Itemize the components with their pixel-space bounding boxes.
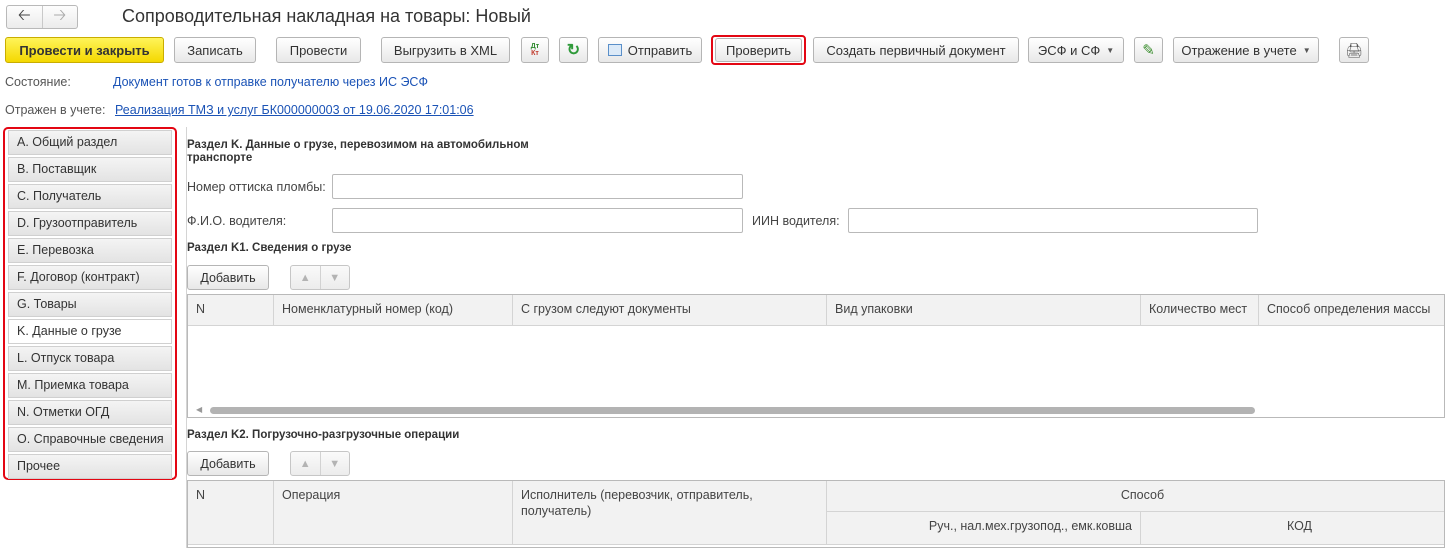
sidebar-item-recipient[interactable]: C. Получатель: [8, 184, 172, 209]
send-button[interactable]: Отправить: [598, 37, 702, 63]
reflected-document-link[interactable]: Реализация ТМЗ и услуг БК000000003 от 19…: [115, 103, 474, 117]
print-button[interactable]: 🖨: [1339, 37, 1369, 63]
back-button[interactable]: 🡠: [7, 6, 42, 28]
post-button[interactable]: Провести: [276, 37, 361, 63]
sidebar-item-supplier[interactable]: B. Поставщик: [8, 157, 172, 182]
driver-iin-label: ИИН водителя:: [752, 214, 840, 228]
sidebar-item-other[interactable]: Прочее: [8, 454, 172, 479]
sidebar-item-cargo-data[interactable]: K. Данные о грузе: [8, 319, 172, 344]
reflected-label: Отражен в учете:: [5, 103, 106, 117]
driver-iin-input[interactable]: [848, 208, 1258, 233]
sidebar-item-consignor[interactable]: D. Грузоотправитель: [8, 211, 172, 236]
k1-col-mass-method[interactable]: Способ определения массы: [1259, 295, 1444, 326]
sidebar-item-contract[interactable]: F. Договор (контракт): [8, 265, 172, 290]
move-down-icon[interactable]: ▼: [319, 452, 350, 475]
k1-col-nomenclature[interactable]: Номенклатурный номер (код): [274, 295, 513, 326]
k2-col-method-code[interactable]: КОД: [1141, 512, 1444, 545]
sidebar-item-goods[interactable]: G. Товары: [8, 292, 172, 317]
k1-add-button[interactable]: Добавить: [187, 265, 269, 290]
arrow-right-icon: 🡢: [53, 6, 67, 24]
esf-sf-menu-button[interactable]: ЭСФ и СФ ▼: [1028, 37, 1124, 63]
k2-col-executor[interactable]: Исполнитель (перевозчик, отправитель, по…: [513, 481, 827, 545]
arrow-left-icon: 🡠: [17, 6, 31, 24]
printer-icon: 🖨: [1345, 41, 1363, 58]
scrollbar-thumb[interactable]: [210, 407, 1255, 414]
state-value-link[interactable]: Документ готов к отправке получателю чер…: [113, 75, 428, 89]
refresh-button[interactable]: ↻: [559, 37, 588, 63]
section-k1-title: Раздел K1. Сведения о грузе: [187, 242, 352, 254]
sidebar-item-goods-acceptance[interactable]: M. Приемка товара: [8, 373, 172, 398]
sidebar-item-reference-info[interactable]: O. Справочные сведения: [8, 427, 172, 452]
move-up-icon[interactable]: ▲: [291, 266, 320, 289]
driver-name-input[interactable]: [332, 208, 743, 233]
section-k2-title: Раздел K2. Погрузочно-разгрузочные опера…: [187, 429, 460, 441]
section-k-title: Раздел K. Данные о грузе, перевозимом на…: [187, 139, 529, 164]
k1-horizontal-scrollbar[interactable]: ◀: [196, 405, 1445, 415]
k2-operations-table: N Операция Исполнитель (перевозчик, отпр…: [187, 480, 1445, 548]
k1-cargo-table: N Номенклатурный номер (код) С грузом сл…: [187, 294, 1445, 418]
driver-name-label: Ф.И.О. водителя:: [187, 214, 287, 228]
k2-col-operation[interactable]: Операция: [274, 481, 513, 545]
send-icon: [607, 44, 622, 56]
k2-col-method-manual[interactable]: Руч., нал.мех.грузопод., емк.ковша: [827, 512, 1141, 545]
sidebar-item-general[interactable]: A. Общий раздел: [8, 130, 172, 155]
k1-col-packaging[interactable]: Вид упаковки: [827, 295, 1141, 326]
navigation-arrows: 🡠 🡢: [6, 5, 78, 29]
sections-sidebar: A. Общий раздел B. Поставщик C. Получате…: [3, 127, 177, 480]
dropdown-caret-icon: ▼: [1106, 45, 1115, 55]
k2-move-buttons: ▲ ▼: [290, 451, 350, 476]
move-down-icon[interactable]: ▼: [319, 266, 350, 289]
window-title: Сопроводительная накладная на товары: Но…: [122, 6, 531, 26]
sidebar-item-goods-release[interactable]: L. Отпуск товара: [8, 346, 172, 371]
dt-kt-button[interactable]: Дт Кт: [521, 37, 549, 63]
post-and-close-button[interactable]: Провести и закрыть: [5, 37, 164, 63]
sidebar-item-ogd-marks[interactable]: N. Отметки ОГД: [8, 400, 172, 425]
k1-col-n[interactable]: N: [188, 295, 274, 326]
k2-col-n[interactable]: N: [188, 481, 274, 545]
sidebar-item-transport[interactable]: E. Перевозка: [8, 238, 172, 263]
dt-kt-icon: Дт Кт: [530, 43, 540, 57]
k2-col-method[interactable]: Способ: [827, 481, 1444, 512]
refresh-icon: ↻: [566, 42, 581, 59]
edit-button[interactable]: ✎: [1134, 37, 1163, 63]
scroll-left-icon[interactable]: ◀: [196, 405, 202, 414]
create-primary-document-button[interactable]: Создать первичный документ: [813, 37, 1019, 63]
save-button[interactable]: Записать: [174, 37, 256, 63]
k1-col-places-count[interactable]: Количество мест: [1141, 295, 1259, 326]
k1-col-documents[interactable]: С грузом следуют документы: [513, 295, 827, 326]
reflection-menu-button[interactable]: Отражение в учете ▼: [1173, 37, 1319, 63]
k2-add-button[interactable]: Добавить: [187, 451, 269, 476]
check-button[interactable]: Проверить: [715, 38, 802, 62]
export-xml-button[interactable]: Выгрузить в XML: [381, 37, 510, 63]
k1-move-buttons: ▲ ▼: [290, 265, 350, 290]
forward-button[interactable]: 🡢: [41, 6, 78, 28]
seal-number-input[interactable]: [332, 174, 743, 199]
pencil-icon: ✎: [1142, 42, 1155, 59]
dropdown-caret-icon: ▼: [1302, 45, 1311, 55]
seal-number-label: Номер оттиска пломбы:: [187, 180, 326, 194]
state-label: Состояние:: [5, 75, 71, 89]
move-up-icon[interactable]: ▲: [291, 452, 320, 475]
